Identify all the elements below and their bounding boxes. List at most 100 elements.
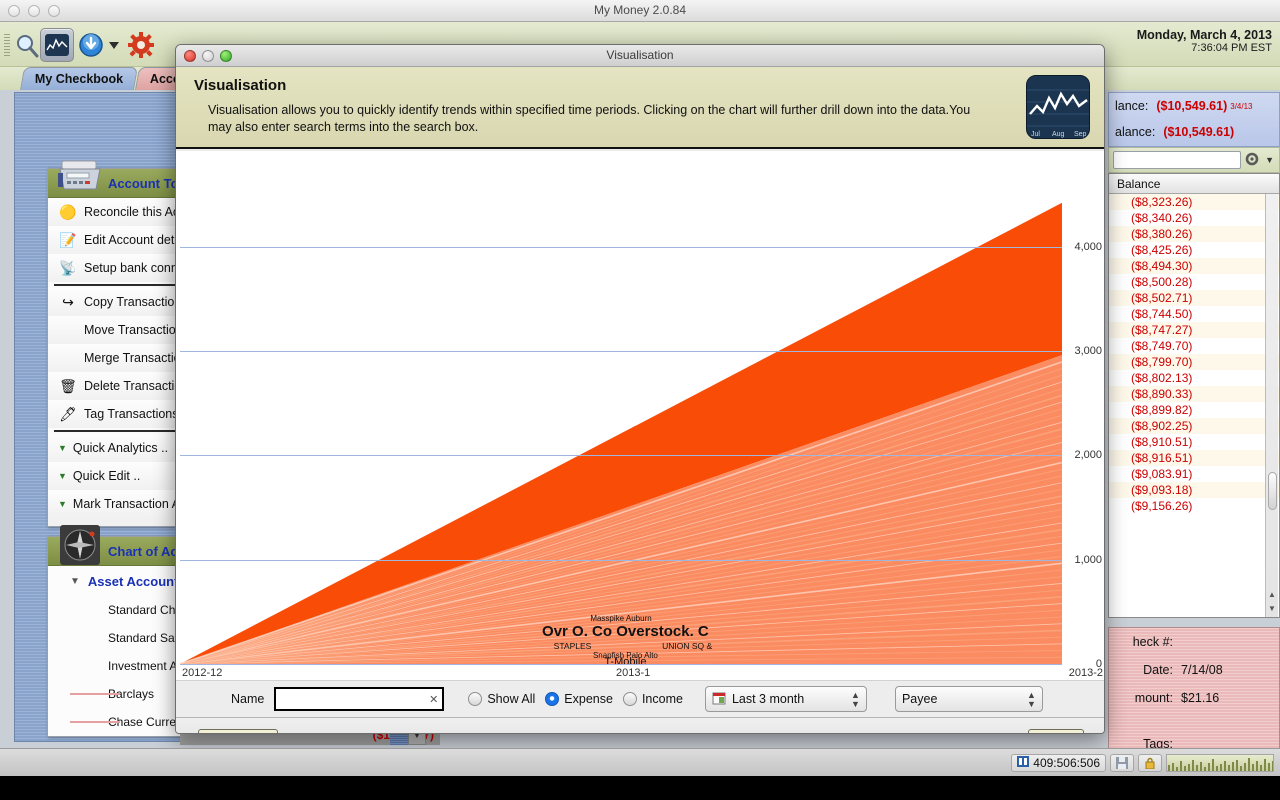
details-button[interactable]: Details >> <box>198 729 278 734</box>
balance-cell: ($8,494.30) <box>1131 259 1192 273</box>
table-row[interactable]: ($8,916.51) <box>1109 450 1279 466</box>
app-window-title: My Money 2.0.84 <box>0 3 1280 17</box>
table-row[interactable]: ($8,425.26) <box>1109 242 1279 258</box>
date-value[interactable]: 7/14/08 <box>1181 663 1223 677</box>
table-row[interactable]: ($8,323.26) <box>1109 194 1279 210</box>
y-axis-tick-label: 4,000 <box>1074 241 1102 253</box>
balance-cell: ($8,747.27) <box>1131 323 1192 337</box>
calculator-icon <box>56 155 104 199</box>
chart-data-label[interactable]: T-Mobile <box>604 656 646 664</box>
tab-my-checkbook[interactable]: My Checkbook <box>20 67 138 90</box>
visualisation-chart[interactable]: Masspike AuburnOvr O. Co Overstock. CSTA… <box>176 151 1105 680</box>
scroll-down-icon[interactable]: ▼ <box>1268 604 1276 613</box>
balance-cell: ($8,902.25) <box>1131 419 1192 433</box>
table-row[interactable]: ($8,502.71) <box>1109 290 1279 306</box>
radio-show-all[interactable]: Show All <box>468 692 535 706</box>
ledger-rows: ($8,323.26)($8,340.26)($8,380.26)($8,425… <box>1109 194 1279 514</box>
dialog-titlebar[interactable]: Visualisation <box>176 45 1104 67</box>
dialog-title: Visualisation <box>176 48 1104 62</box>
balance-cell: ($8,425.26) <box>1131 243 1192 257</box>
ledger-scrollbar[interactable]: ▲ ▼ <box>1265 194 1278 617</box>
clear-field-icon[interactable]: ✕ <box>429 693 438 706</box>
floppy-disk-icon[interactable] <box>1110 754 1134 772</box>
account-group-label: Asset Accounts <box>88 574 186 589</box>
balance-cell: ($8,502.71) <box>1131 291 1192 305</box>
table-row[interactable]: ($8,799.70) <box>1109 354 1279 370</box>
balance-cell: ($9,093.18) <box>1131 483 1192 497</box>
table-row[interactable]: ($8,380.26) <box>1109 226 1279 242</box>
table-row[interactable]: ($8,890.33) <box>1109 386 1279 402</box>
dialog-footer: Details >> Close <box>176 717 1105 734</box>
balance-cell: ($8,323.26) <box>1131 195 1192 209</box>
svg-text:Sep: Sep <box>1074 131 1087 138</box>
disclosure-icon: ▼ <box>58 499 67 509</box>
table-row[interactable]: ($9,093.18) <box>1109 482 1279 498</box>
chart-plot-area[interactable]: Masspike AuburnOvr O. Co Overstock. CSTA… <box>180 184 1062 664</box>
menu-item-label: Tag Transactions <box>84 407 179 421</box>
reconcile-icon: 🟡 <box>58 203 78 221</box>
radio-income[interactable]: Income <box>623 692 683 706</box>
close-button[interactable]: Close <box>1028 729 1084 734</box>
table-row[interactable]: ($9,083.91) <box>1109 466 1279 482</box>
balance-summary: lance: ($10,549.61) 3/4/13 alance: ($10,… <box>1108 92 1280 147</box>
balance-cell: ($8,910.51) <box>1131 435 1192 449</box>
detail-row-date: Date: 7/14/08 <box>1109 656 1279 684</box>
group-select-value: Payee <box>902 692 937 706</box>
table-row[interactable]: ($8,910.51) <box>1109 434 1279 450</box>
gridline <box>180 560 1062 561</box>
table-row[interactable]: ($8,340.26) <box>1109 210 1279 226</box>
bank-icon: 📡 <box>58 259 78 277</box>
balance-date: 3/4/13 <box>1230 102 1252 111</box>
table-row[interactable]: ($8,747.27) <box>1109 322 1279 338</box>
chevron-down-icon[interactable]: ▼ <box>1265 155 1274 165</box>
gear-icon[interactable] <box>1245 152 1261 168</box>
table-row[interactable]: ($8,802.13) <box>1109 370 1279 386</box>
ledger-search-input[interactable] <box>1113 151 1241 169</box>
group-select[interactable]: Payee ▲▼ <box>895 686 1043 712</box>
chart-data-label[interactable]: UNION SQ & <box>662 641 712 651</box>
y-axis-tick-label: 2,000 <box>1074 449 1102 461</box>
record-counter[interactable]: 409:506:506 <box>1011 754 1106 772</box>
amount-value[interactable]: $21.16 <box>1181 691 1219 705</box>
radio-expense-label: Expense <box>564 692 613 706</box>
dialog-heading: Visualisation <box>194 77 1090 94</box>
trash-icon: 🗑 <box>58 377 78 395</box>
scrollbar-thumb[interactable] <box>1268 472 1277 510</box>
download-icon[interactable] <box>74 28 108 62</box>
radio-income-label: Income <box>642 692 683 706</box>
amount-label: mount: <box>1109 691 1181 705</box>
balance-cell: ($8,899.82) <box>1131 403 1192 417</box>
sparkline-icon <box>70 721 120 723</box>
gridline <box>180 351 1062 352</box>
table-row[interactable]: ($8,500.28) <box>1109 274 1279 290</box>
search-icon[interactable] <box>10 28 44 62</box>
menu-item-label: Quick Edit .. <box>73 469 140 483</box>
table-row[interactable]: ($8,749.70) <box>1109 338 1279 354</box>
chart-data-label[interactable]: Masspike Auburn <box>590 614 651 623</box>
table-row[interactable]: ($9,156.26) <box>1109 498 1279 514</box>
stacked-area-series[interactable] <box>180 184 1062 664</box>
current-time: 7:36:04 PM EST <box>1137 42 1272 54</box>
preferences-gear-icon[interactable] <box>124 28 158 62</box>
chart-icon[interactable] <box>40 28 74 62</box>
lock-icon[interactable] <box>1138 754 1162 772</box>
table-row[interactable]: ($8,744.50) <box>1109 306 1279 322</box>
balance-row: lance: ($10,549.61) 3/4/13 <box>1109 93 1279 119</box>
table-row[interactable]: ($8,494.30) <box>1109 258 1279 274</box>
balance-label: lance: <box>1115 99 1148 113</box>
search-input[interactable]: ✕ <box>274 687 444 711</box>
balance-cell: ($8,916.51) <box>1131 451 1192 465</box>
chart-data-label[interactable]: Ovr O. Co Overstock. C <box>542 623 709 640</box>
table-row[interactable]: ($8,902.25) <box>1109 418 1279 434</box>
balance-cell: ($9,083.91) <box>1131 467 1192 481</box>
gridline <box>180 455 1062 456</box>
radio-indicator <box>468 692 482 706</box>
radio-expense[interactable]: Expense <box>545 692 613 706</box>
screen-bottom-bar <box>0 776 1280 800</box>
balance-cell: ($8,799.70) <box>1131 355 1192 369</box>
table-row[interactable]: ($8,899.82) <box>1109 402 1279 418</box>
scroll-up-icon[interactable]: ▲ <box>1268 590 1276 599</box>
period-select[interactable]: Last 3 month ▲▼ <box>705 686 867 712</box>
dropdown-arrow-icon[interactable] <box>105 28 123 62</box>
chart-data-label[interactable]: STAPLES <box>554 641 592 651</box>
